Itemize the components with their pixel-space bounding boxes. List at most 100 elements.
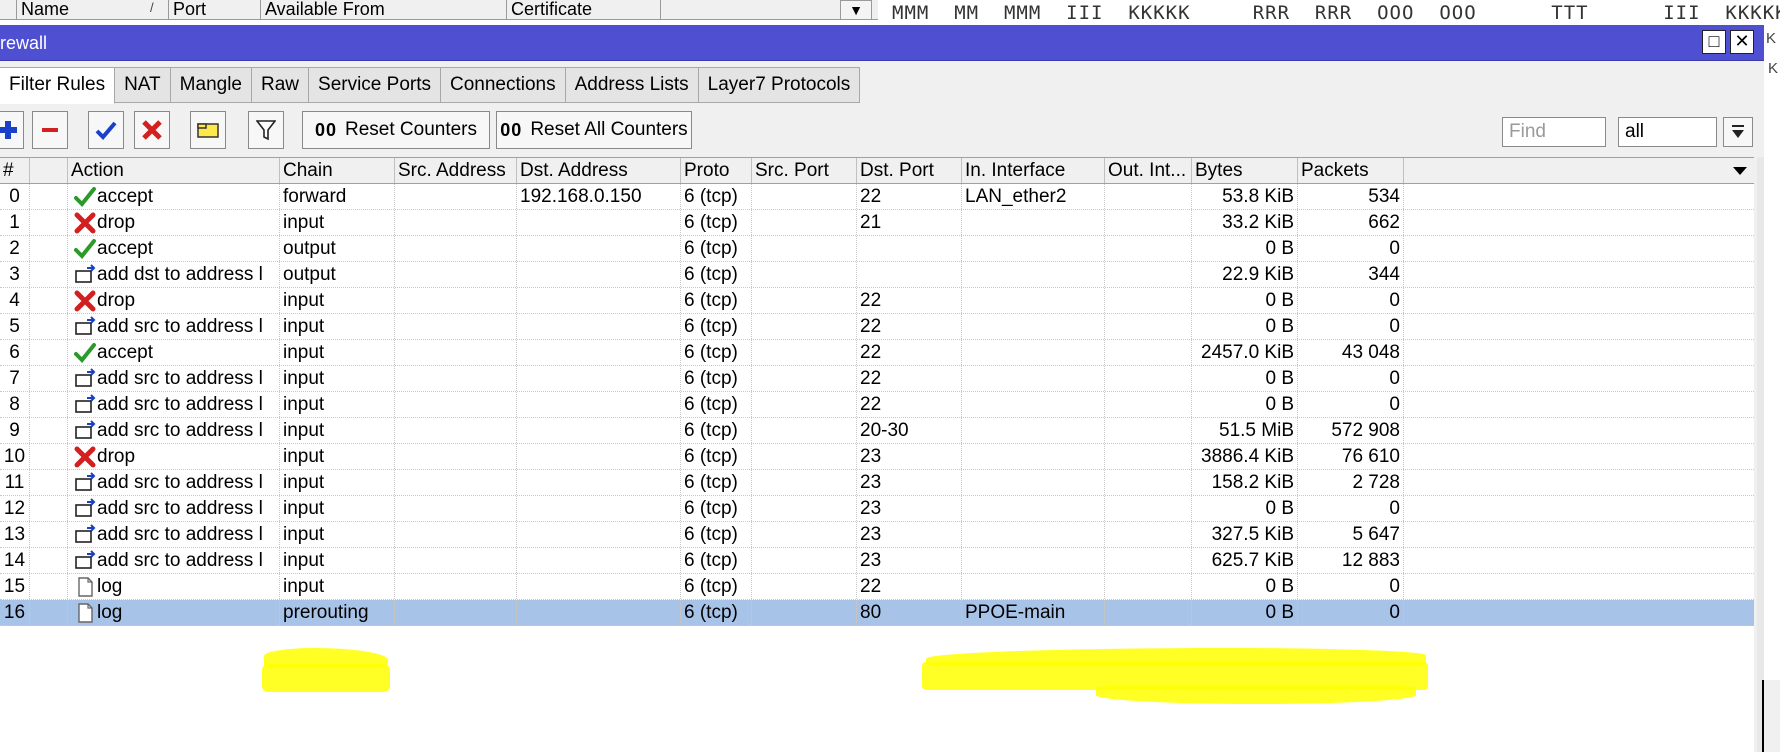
tab-service-ports[interactable]: Service Ports — [309, 67, 441, 103]
cell-dport: 22 — [857, 288, 962, 313]
cell-bytes: 51.5 MiB — [1192, 418, 1298, 443]
add-button[interactable] — [0, 111, 24, 149]
funnel-icon — [256, 120, 276, 141]
tab-nat[interactable]: NAT — [115, 67, 171, 103]
cell-bytes: 0 B — [1192, 392, 1298, 417]
bg-column-available-from[interactable]: Available From — [260, 0, 506, 20]
table-row[interactable]: 15 log input 6 (tcp) 22 0 B0 — [0, 574, 1754, 600]
bg-column-name[interactable]: Name — [16, 0, 168, 20]
cell-inif — [962, 210, 1105, 235]
cell-sport — [752, 262, 857, 287]
table-row[interactable]: 10 drop input 6 (tcp) 23 3886.4 KiB 76 610 — [0, 444, 1754, 470]
table-row[interactable]: 3 add dst to address l output 6 (tcp) 22.9 K… — [0, 262, 1754, 288]
table-row[interactable]: 8 add src to address l input 6 (tcp) 22 0 B0 — [0, 392, 1754, 418]
cell-proto: 6 (tcp) — [681, 262, 752, 287]
close-icon[interactable]: ✕ — [1730, 30, 1754, 54]
cell-dport: 22 — [857, 366, 962, 391]
cell-inif — [962, 522, 1105, 547]
tab-layer7-protocols[interactable]: Layer7 Protocols — [698, 67, 861, 103]
tab-filter-rules[interactable]: Filter Rules — [0, 67, 116, 104]
add-to-list-icon — [75, 472, 96, 491]
table-row[interactable]: 9 add src to address l input 6 (tcp) 20-30 51… — [0, 418, 1754, 444]
cell-outif — [1105, 184, 1192, 209]
vertical-scrollbar[interactable] — [1757, 157, 1764, 752]
table-row[interactable]: 5 add src to address l input 6 (tcp) 22 0 B0 — [0, 314, 1754, 340]
col-packets[interactable]: Packets — [1298, 158, 1404, 183]
window-resize-edge[interactable] — [1762, 680, 1780, 752]
table-row[interactable]: 1 drop input 6 (tcp) 21 33.2 KiB 662 — [0, 210, 1754, 236]
tab-raw[interactable]: Raw — [252, 67, 310, 103]
cell-sport — [752, 210, 857, 235]
add-to-list-icon — [75, 498, 96, 517]
cell-outif — [1105, 496, 1192, 521]
bg-column-certificate[interactable]: Certificate — [506, 0, 660, 20]
cell-dport: 22 — [857, 184, 962, 209]
filter-dropdown-button[interactable] — [1723, 117, 1753, 147]
maximize-icon[interactable]: □ — [1702, 30, 1726, 54]
table-row[interactable]: 14 add src to address l input 6 (tcp) 23 625.… — [0, 548, 1754, 574]
cell-chain: prerouting — [280, 600, 395, 625]
col-chain[interactable]: Chain — [280, 158, 395, 183]
column-chooser-icon[interactable] — [1726, 158, 1754, 183]
find-input[interactable]: Find — [1502, 117, 1606, 147]
col-dst-port[interactable]: Dst. Port — [857, 158, 962, 183]
table-row[interactable]: 13 add src to address l input 6 (tcp) 23 327.… — [0, 522, 1754, 548]
tab-mangle[interactable]: Mangle — [170, 67, 252, 103]
table-row[interactable]: 12 add src to address l input 6 (tcp) 23 0 B0 — [0, 496, 1754, 522]
table-row[interactable]: 7 add src to address l input 6 (tcp) 22 0 B0 — [0, 366, 1754, 392]
cell-dst — [517, 470, 681, 495]
cell-n: 11 — [0, 470, 30, 495]
disable-button[interactable] — [134, 111, 170, 149]
reset-all-counters-button[interactable]: 00 Reset All Counters — [496, 111, 692, 149]
table-row[interactable]: 16 log prerouting 6 (tcp) 80 PPOE-main 0 B0 — [0, 600, 1754, 626]
cell-inif — [962, 314, 1105, 339]
reset-counters-button[interactable]: 00 Reset Counters — [302, 111, 490, 149]
col-action[interactable]: Action — [68, 158, 280, 183]
sort-indicator-icon: / — [150, 0, 154, 15]
toolbar: 00 Reset Counters 00 Reset All Counters … — [0, 109, 1764, 153]
cell-sport — [752, 548, 857, 573]
reset-all-counters-label: Reset All Counters — [530, 119, 688, 140]
col-src-address[interactable]: Src. Address — [395, 158, 517, 183]
table-row[interactable]: 0 accept forward 192.168.0.150 6 (tcp) 22 LAN_… — [0, 184, 1754, 210]
action-label: add src to address l — [97, 472, 263, 493]
col-src-port[interactable]: Src. Port — [752, 158, 857, 183]
window-titlebar[interactable]: rewall □ ✕ — [0, 25, 1764, 61]
bg-column-port[interactable]: Port — [168, 0, 260, 20]
highlighter-mark — [262, 664, 390, 692]
cell-dst — [517, 288, 681, 313]
col-proto[interactable]: Proto — [681, 158, 752, 183]
chevron-down-icon — [1732, 125, 1744, 138]
filter-select[interactable]: all — [1618, 117, 1717, 147]
filter-button[interactable] — [248, 111, 284, 149]
col-bytes[interactable]: Bytes — [1192, 158, 1298, 183]
cell-action: add src to address l — [68, 470, 280, 495]
action-label: add src to address l — [97, 368, 263, 389]
table-row[interactable]: 11 add src to address l input 6 (tcp) 23 158.… — [0, 470, 1754, 496]
col-flag[interactable] — [30, 158, 68, 183]
cell-outif — [1105, 236, 1192, 261]
tab-address-lists[interactable]: Address Lists — [565, 67, 699, 103]
enable-button[interactable] — [88, 111, 124, 149]
tab-connections[interactable]: Connections — [441, 67, 566, 103]
cell-outif — [1105, 418, 1192, 443]
col-in-interface[interactable]: In. Interface — [962, 158, 1105, 183]
add-to-list-icon — [75, 368, 96, 387]
cell-outif — [1105, 314, 1192, 339]
bg-column-dropdown-icon[interactable]: ▼ — [840, 0, 872, 20]
remove-button[interactable] — [32, 111, 68, 149]
cell-src — [395, 236, 517, 261]
cell-proto: 6 (tcp) — [681, 574, 752, 599]
table-row[interactable]: 4 drop input 6 (tcp) 22 0 B0 — [0, 288, 1754, 314]
col-out-interface[interactable]: Out. Int... — [1105, 158, 1192, 183]
table-row[interactable]: 6 accept input 6 (tcp) 22 2457.0 KiB 43 048 — [0, 340, 1754, 366]
cell-src — [395, 574, 517, 599]
cell-bytes: 0 B — [1192, 496, 1298, 521]
tab-bar: Filter Rules NAT Mangle Raw Service Port… — [0, 67, 861, 104]
cell-inif — [962, 470, 1105, 495]
col-number[interactable]: # — [0, 158, 30, 183]
col-dst-address[interactable]: Dst. Address — [517, 158, 681, 183]
comment-button[interactable] — [190, 111, 226, 149]
action-label: add src to address l — [97, 550, 263, 571]
table-row[interactable]: 2 accept output 6 (tcp) 0 B0 — [0, 236, 1754, 262]
